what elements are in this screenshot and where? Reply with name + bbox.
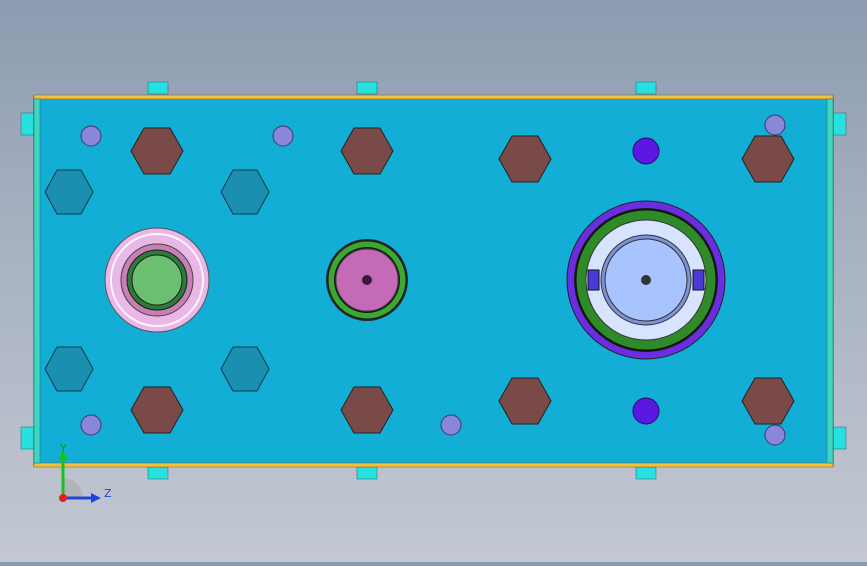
small-hole[interactable] <box>80 414 102 436</box>
side-tab-left-top <box>20 112 36 136</box>
triad-origin <box>59 494 67 502</box>
dowel-pin[interactable] <box>632 397 660 425</box>
side-tab-left-bottom <box>20 426 36 450</box>
z-axis-arrowhead <box>91 493 101 503</box>
dowel-pin[interactable] <box>632 137 660 165</box>
z-axis-label: Z <box>104 487 112 500</box>
top-tab-left <box>147 81 169 95</box>
right-bushing[interactable] <box>566 200 726 360</box>
small-hole[interactable] <box>272 125 294 147</box>
center-bushing[interactable] <box>326 239 408 321</box>
top-tab-right <box>635 81 657 95</box>
top-tab-center <box>356 81 378 95</box>
side-tab-right-top <box>831 112 847 136</box>
part-model[interactable]: Y Z <box>0 0 867 562</box>
small-hole[interactable] <box>80 125 102 147</box>
small-hole[interactable] <box>764 424 786 446</box>
bottom-tab-center <box>356 466 378 480</box>
bottom-tab-right <box>635 466 657 480</box>
small-hole[interactable] <box>440 414 462 436</box>
side-tab-right-bottom <box>831 426 847 450</box>
center-hole <box>641 275 651 285</box>
y-axis-label: Y <box>59 442 67 455</box>
plate-left-strip <box>33 98 41 464</box>
key-slot-left <box>587 269 600 291</box>
key-slot-right <box>692 269 705 291</box>
center-hole <box>362 275 372 285</box>
plate-right-strip <box>826 98 834 464</box>
bottom-tab-left <box>147 466 169 480</box>
left-bushing[interactable] <box>104 227 210 333</box>
plate-top-edge <box>33 94 834 100</box>
small-hole[interactable] <box>764 114 786 136</box>
plate-bottom-edge <box>33 462 834 468</box>
cad-viewport[interactable]: Y Z <box>0 0 867 562</box>
